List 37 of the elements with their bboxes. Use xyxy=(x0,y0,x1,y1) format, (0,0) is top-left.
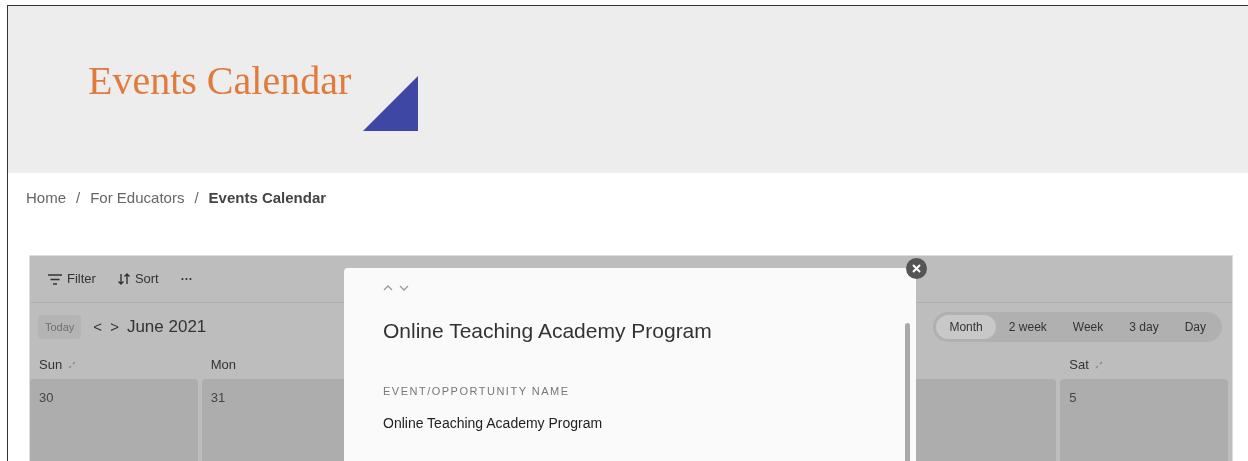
close-icon xyxy=(912,264,921,273)
breadcrumb-link[interactable]: Home xyxy=(26,186,66,210)
scrollbar[interactable] xyxy=(905,323,910,461)
view-tab[interactable]: Month xyxy=(936,315,996,339)
field-value: Online Teaching Academy Program xyxy=(383,414,604,433)
previous-button[interactable]: < xyxy=(93,315,103,339)
month-label: June 2021 xyxy=(126,316,207,339)
day-cell[interactable]: 30 xyxy=(30,379,198,461)
view-tab[interactable]: 2 week xyxy=(995,315,1060,339)
date-number: 30 xyxy=(39,390,54,405)
field-label: EVENT/OPPORTUNITY NAME xyxy=(383,383,571,399)
sort-button[interactable]: Sort xyxy=(117,269,159,289)
filter-icon xyxy=(48,273,62,285)
page-title: Events Calendar xyxy=(88,61,352,101)
date-number: 31 xyxy=(210,390,226,405)
more-button[interactable]: ··· xyxy=(180,270,193,288)
filter-button[interactable]: Filter xyxy=(48,269,96,289)
day-cell[interactable]: 5 xyxy=(1060,379,1228,461)
date-number: 5 xyxy=(1069,390,1077,405)
view-tab[interactable]: Day xyxy=(1171,315,1219,339)
breadcrumb-separator: / xyxy=(194,187,199,208)
breadcrumb-link[interactable]: For Educators xyxy=(90,186,185,210)
expand-icon[interactable] xyxy=(68,361,77,369)
expand-icon[interactable] xyxy=(1094,361,1103,369)
breadcrumb-separator: / xyxy=(76,187,81,208)
view-tab[interactable]: 3 day xyxy=(1116,315,1172,339)
view-tab[interactable]: Week xyxy=(1059,315,1117,339)
modal-title: Online Teaching Academy Program xyxy=(383,318,713,344)
next-button[interactable]: > xyxy=(110,315,119,339)
weekday-label: Sat xyxy=(1069,356,1089,375)
weekday-label: Sun xyxy=(39,356,63,375)
chevron-up-icon[interactable] xyxy=(383,285,393,291)
triangle-logo-icon xyxy=(363,76,419,131)
sort-icon xyxy=(117,273,130,285)
weekday-label: Mon xyxy=(210,356,236,375)
breadcrumb-current[interactable]: Events Calendar xyxy=(208,186,327,210)
chevron-down-icon[interactable] xyxy=(399,285,409,291)
